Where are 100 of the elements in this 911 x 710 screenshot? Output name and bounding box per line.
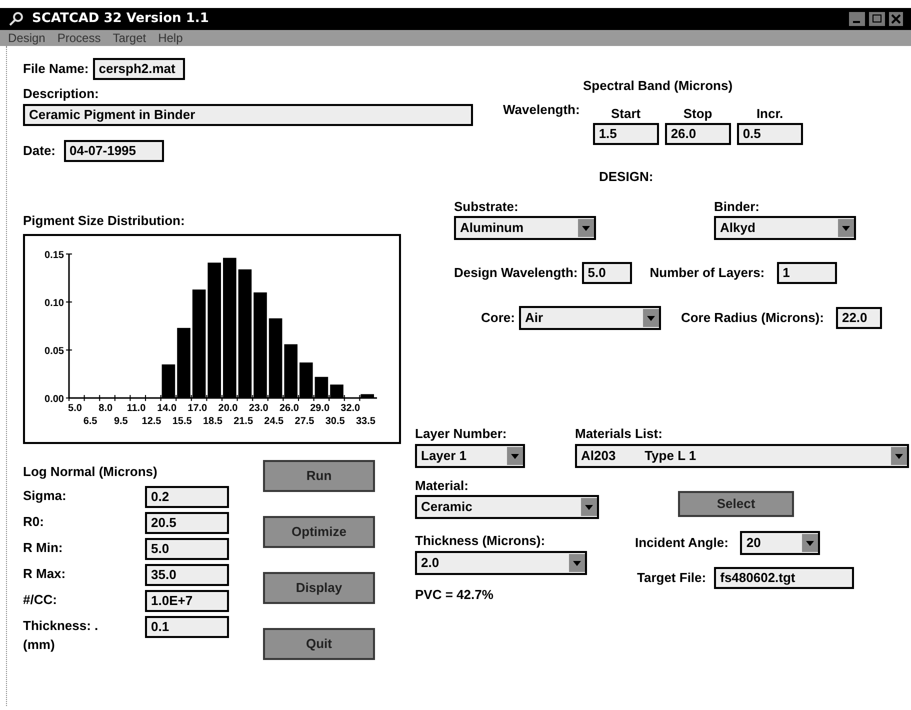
input-field[interactable]: 26.0 <box>664 123 731 145</box>
field-label: Wavelength: <box>503 100 580 119</box>
x-tick-label: 9.5 <box>114 416 128 427</box>
field-label: File Name: <box>23 60 89 78</box>
bar <box>360 394 374 398</box>
menu-item[interactable]: Help <box>158 29 183 47</box>
input-field[interactable]: 0.5 <box>736 123 803 145</box>
action-button[interactable]: Display <box>263 572 375 604</box>
dropdown[interactable]: 2.0 <box>415 550 587 574</box>
field-label: Substrate: <box>454 198 520 216</box>
input-field[interactable]: 35.0 <box>145 564 229 586</box>
x-tick-label: 6.5 <box>83 416 98 427</box>
field-label: Log Normal (Microns) <box>23 463 158 481</box>
dropdown[interactable]: Aluminum <box>454 216 596 240</box>
input-field[interactable]: 22.0 <box>836 307 882 329</box>
field-label: PVC = 42.7% <box>415 586 494 604</box>
x-tick-label: 32.0 <box>340 403 360 414</box>
y-tick-label: 0.10 <box>44 298 64 309</box>
dropdown[interactable]: Ceramic <box>415 495 599 519</box>
x-tick-label: 11.0 <box>126 403 146 414</box>
action-button[interactable]: Optimize <box>263 516 375 548</box>
field-label: Description: <box>23 85 100 103</box>
x-tick-label: 21.5 <box>234 416 254 427</box>
bar <box>300 362 313 398</box>
input-field[interactable]: fs480602.tgt <box>714 567 854 589</box>
field-label: Date: <box>23 142 56 160</box>
x-tick-label: 30.5 <box>325 416 345 427</box>
input-field[interactable]: 1 <box>776 262 837 284</box>
y-tick-label: 0.05 <box>44 346 64 357</box>
dropdown[interactable]: Layer 1 <box>415 444 525 468</box>
x-tick-label: 15.5 <box>172 416 192 427</box>
menu-item[interactable]: Target <box>112 29 146 47</box>
field-label: Layer Number: <box>415 425 508 443</box>
field-label: Pigment Size Distribution: <box>23 212 186 230</box>
bar <box>162 364 176 398</box>
x-tick-label: 17.0 <box>188 403 208 414</box>
select-button[interactable]: Select <box>678 491 794 517</box>
field-label: Binder: <box>714 198 760 216</box>
minimize-icon[interactable] <box>849 12 865 26</box>
field-label: Sigma: <box>23 486 68 505</box>
field-label: Design Wavelength: <box>454 264 578 282</box>
x-tick-label: 20.0 <box>218 403 238 414</box>
field-label: (mm) <box>23 636 56 654</box>
bar <box>177 328 190 398</box>
maximize-icon[interactable] <box>869 12 885 26</box>
dropdown[interactable]: Al203 Type L 1 <box>575 444 909 468</box>
menu-item[interactable]: Design <box>8 29 46 47</box>
close-icon[interactable] <box>889 12 903 26</box>
field-label: Materials List: <box>575 425 664 443</box>
field-label: Start <box>611 104 641 122</box>
x-tick-label: 23.0 <box>248 403 268 414</box>
input-field[interactable]: 0.1 <box>145 616 229 638</box>
dropdown[interactable]: Air <box>518 306 661 330</box>
field-label: Target File: <box>637 569 706 588</box>
field-label: Material: <box>415 476 470 494</box>
field-label: Incr. <box>756 104 784 122</box>
input-field[interactable]: 5.0 <box>145 538 229 560</box>
field-label: Core Radius (Microns): <box>680 309 824 328</box>
field-label: Thickness: . <box>23 616 100 634</box>
field-label: R Min: <box>23 538 64 556</box>
x-tick-label: 8.0 <box>98 403 113 414</box>
x-tick-label: 12.5 <box>142 416 162 427</box>
bar <box>330 384 344 398</box>
field-label: Thickness (Microns): <box>415 532 546 550</box>
window-title: SCATCAD 32 Version 1.1 <box>32 10 209 28</box>
x-tick-label: 26.0 <box>279 403 299 414</box>
field-label: Spectral Band (Microns) <box>583 77 734 95</box>
magnifier-icon <box>8 11 24 27</box>
field-label: Incident Angle: <box>635 534 728 552</box>
x-tick-label: 5.0 <box>68 403 82 414</box>
field-label: Stop <box>683 104 712 123</box>
y-tick-label: 0.15 <box>44 250 64 261</box>
bar <box>284 344 298 398</box>
field-label: R Max: <box>23 564 67 582</box>
field-label: DESIGN: <box>599 168 654 186</box>
field-label: #/CC: <box>23 590 58 608</box>
input-field[interactable]: 1.5 <box>592 123 659 145</box>
y-tick-label: 0.00 <box>44 394 64 405</box>
input-field[interactable]: cersph2.mat <box>92 58 185 80</box>
x-tick-label: 33.5 <box>356 416 376 427</box>
bar <box>314 376 328 398</box>
input-field[interactable]: 5.0 <box>582 262 632 284</box>
x-tick-label: 14.0 <box>157 403 177 414</box>
action-button[interactable]: Quit <box>263 628 375 660</box>
input-field[interactable]: 04-07-1995 <box>64 140 164 162</box>
dropdown[interactable]: 20 <box>740 531 820 555</box>
x-tick-label: 29.0 <box>310 403 330 414</box>
input-field[interactable]: 1.0E+7 <box>145 590 229 612</box>
input-field[interactable]: Ceramic Pigment in Binder <box>23 104 473 126</box>
dropdown[interactable]: Alkyd <box>714 216 856 240</box>
input-field[interactable]: 20.5 <box>145 512 229 534</box>
field-label: R0: <box>23 512 45 530</box>
field-label: Number of Layers: <box>650 264 765 282</box>
field-label: Core: <box>481 309 515 328</box>
input-field[interactable]: 0.2 <box>145 486 229 508</box>
x-tick-label: 18.5 <box>202 416 222 427</box>
action-button[interactable]: Run <box>263 460 375 492</box>
x-tick-label: 24.5 <box>264 416 284 427</box>
x-tick-label: 27.5 <box>294 416 314 427</box>
menu-item[interactable]: Process <box>57 29 101 47</box>
